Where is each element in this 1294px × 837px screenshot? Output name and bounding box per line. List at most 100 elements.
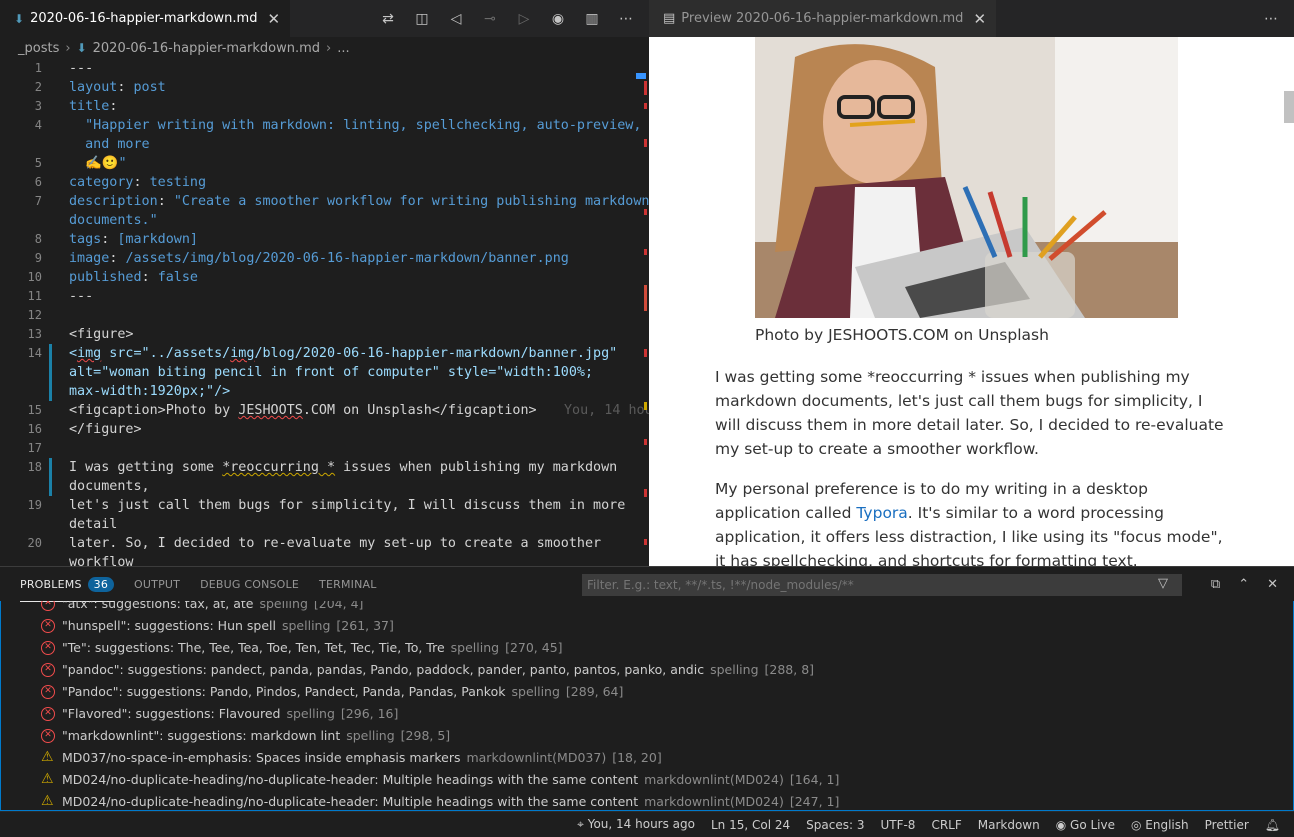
code-line[interactable]: workflow (0, 553, 649, 566)
banner-image (755, 37, 1178, 318)
status-spell-language[interactable]: ◎ English (1131, 818, 1189, 832)
code-line[interactable]: 1 --- (0, 59, 649, 78)
code-line[interactable]: documents, (0, 477, 649, 496)
code-line[interactable]: 16 </figure> (0, 420, 649, 439)
code-line[interactable]: 3 title: (0, 97, 649, 116)
open-preview-side-icon[interactable]: ◫ (413, 11, 431, 27)
code-line[interactable]: 13 <figure> (0, 325, 649, 344)
yaml-value: [markdown] (117, 232, 198, 247)
status-indentation[interactable]: Spaces: 3 (806, 818, 864, 832)
yaml-value: false (157, 270, 198, 285)
code-line[interactable]: 15 <figcaption>Photo by JESHOOTS.COM on U… (0, 401, 649, 420)
compare-changes-icon[interactable]: ⇄ (379, 11, 397, 27)
tab-debug-console[interactable]: DEBUG CONSOLE (200, 567, 299, 602)
status-encoding[interactable]: UTF-8 (880, 818, 915, 832)
ruler-mark (644, 139, 647, 147)
yaml-value: "Create a smoother workflow for writing … (173, 194, 649, 209)
tab-terminal[interactable]: TERMINAL (319, 567, 377, 602)
status-eol[interactable]: CRLF (931, 818, 961, 832)
tab-problems[interactable]: PROBLEMS 36 (20, 567, 115, 602)
status-git-blame[interactable]: ⌖ You, 14 hours ago (577, 817, 695, 832)
panel-controls: ⧉ ⌃ ✕ (1211, 567, 1278, 602)
code-area[interactable]: 1 --- 2 layout: post 3 title: 4 "Happier wr… (0, 59, 649, 566)
status-formatter[interactable]: Prettier (1205, 818, 1249, 832)
code-line[interactable]: documents." (0, 211, 649, 230)
preview-scrollbar[interactable] (1284, 91, 1294, 123)
ruler-mark (644, 249, 647, 255)
line-text: ✍️🙂" (69, 156, 127, 171)
code-line[interactable]: 9 image: /assets/img/blog/2020-06-16-happ… (0, 249, 649, 268)
problems-filter-input[interactable] (582, 574, 1182, 596)
overview-ruler[interactable] (636, 59, 649, 566)
ruler-mark (644, 81, 647, 95)
figure-caption: Photo by JESHOOTS.COM on Unsplash (755, 326, 1049, 344)
close-preview-tab-icon[interactable]: ✕ (973, 10, 986, 28)
status-cursor-position[interactable]: Ln 15, Col 24 (711, 818, 790, 832)
code-line[interactable]: 11 --- (0, 287, 649, 306)
more-actions-icon[interactable]: ⋯ (617, 11, 635, 27)
breadcrumb-file[interactable]: 2020-06-16-happier-markdown.md (93, 41, 320, 56)
breadcrumb-chevron-icon: › (326, 40, 332, 56)
ruler-mark (644, 285, 647, 311)
line-number: 9 (34, 251, 42, 265)
git-commit-icon[interactable]: ⊸ (481, 11, 499, 27)
code-line[interactable]: 10 published: false (0, 268, 649, 287)
line-text: detail (69, 517, 118, 532)
typora-link[interactable]: Typora (856, 504, 907, 522)
code-line[interactable]: 20 later. So, I decided to re-evaluate my… (0, 534, 649, 553)
filter-icon[interactable]: ▽ (1158, 576, 1168, 591)
line-text: --- (69, 289, 94, 304)
code-line[interactable]: 6 category: testing (0, 173, 649, 192)
line-text: description: "Create a smoother workflow… (69, 194, 649, 209)
tab-output[interactable]: OUTPUT (134, 567, 180, 602)
code-line[interactable]: 14 <img src="../assets/img/blog/2020-06-1… (0, 344, 649, 363)
line-text: image: /assets/img/blog/2020-06-16-happi… (69, 251, 569, 266)
code-line[interactable]: 12 (0, 306, 649, 325)
code-line[interactable]: 5 ✍️🙂" (0, 154, 649, 173)
ruler-mark (644, 489, 647, 497)
status-go-live[interactable]: ◉ Go Live (1056, 818, 1115, 832)
code-line[interactable]: 17 (0, 439, 649, 458)
line-text: and more (69, 137, 150, 152)
code-line[interactable]: detail (0, 515, 649, 534)
timeline-icon[interactable]: ◉ (549, 11, 567, 27)
code-line[interactable]: and more (0, 135, 649, 154)
line-text: workflow (69, 555, 134, 566)
editor-actions: ⇄ ◫ ◁ ⊸ ▷ ◉ ▥ ⋯ (379, 0, 635, 37)
code-line[interactable]: 2 layout: post (0, 78, 649, 97)
go-back-icon[interactable]: ◁ (447, 11, 465, 27)
breadcrumb-folder[interactable]: _posts (18, 41, 59, 56)
code-line[interactable]: 18 I was getting some *reoccurring * issu… (0, 458, 649, 477)
yaml-key: published (69, 270, 142, 285)
status-language[interactable]: Markdown (978, 818, 1040, 832)
ruler-mark (644, 209, 647, 215)
problem-count-badge: 36 (87, 576, 115, 592)
split-editor-icon[interactable]: ▥ (583, 11, 601, 27)
editor-tab[interactable]: ⬇ 2020-06-16-happier-markdown.md ✕ (0, 0, 291, 37)
line-number: 12 (27, 308, 42, 322)
more-actions-icon[interactable]: ⋯ (1262, 11, 1280, 27)
breadcrumb: _posts › ⬇ 2020-06-16-happier-markdown.m… (0, 37, 649, 59)
notifications-bell-icon[interactable]: 🔔︎ (1265, 818, 1280, 832)
editor-tab-title: 2020-06-16-happier-markdown.md (30, 11, 258, 26)
preview-content[interactable]: Photo by JESHOOTS.COM on Unsplash I was … (649, 37, 1294, 566)
collapse-all-icon[interactable]: ⧉ (1211, 577, 1220, 592)
close-panel-icon[interactable]: ✕ (1267, 577, 1278, 592)
code-line[interactable]: 8 tags: [markdown] (0, 230, 649, 249)
line-text: </figure> (69, 422, 142, 437)
git-commit-icon: ⌖ (577, 817, 588, 831)
error-icon: ✕ (41, 663, 55, 677)
code-line[interactable]: 4 "Happier writing with markdown: lintin… (0, 116, 649, 135)
close-tab-icon[interactable]: ✕ (267, 10, 280, 28)
code-line[interactable]: alt="woman biting pencil in front of com… (0, 363, 649, 382)
maximize-panel-icon[interactable]: ⌃ (1238, 577, 1249, 592)
code-line[interactable]: 19 let's just call them bugs for simplici… (0, 496, 649, 515)
preview-tab[interactable]: ▤ Preview 2020-06-16-happier-markdown.md… (649, 0, 997, 37)
problems-list[interactable]: ✕ "atx": suggestions: tax, at, ate spellin… (0, 601, 1294, 811)
code-line[interactable]: max-width:1920px;"/> (0, 382, 649, 401)
go-forward-icon[interactable]: ▷ (515, 11, 533, 27)
breadcrumb-symbol[interactable]: ... (337, 41, 349, 56)
editor-tabbar: ⬇ 2020-06-16-happier-markdown.md ✕ ⇄ ◫ ◁… (0, 0, 649, 37)
yaml-key: tags (69, 232, 102, 247)
code-line[interactable]: 7 description: "Create a smoother workflo… (0, 192, 649, 211)
